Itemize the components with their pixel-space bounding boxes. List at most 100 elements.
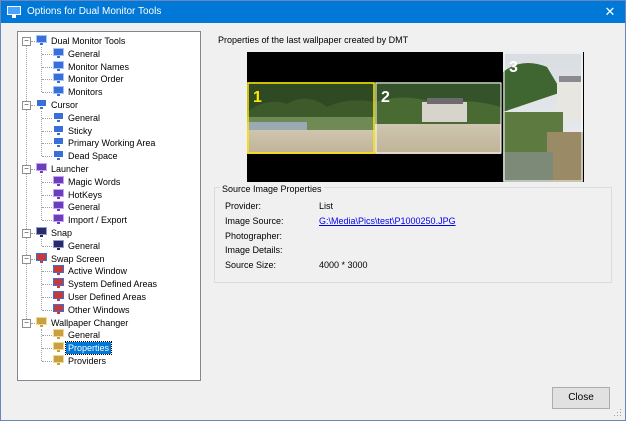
tree-group-launcher[interactable]: Launcher (36, 163, 91, 175)
tree-group-label: Launcher (51, 164, 89, 174)
tree-item-primary-working-area[interactable]: Primary Working Area (53, 137, 157, 149)
source-size-value: 4000 * 3000 (319, 260, 368, 270)
tree-item-general[interactable]: General (53, 47, 102, 60)
monitor-icon (36, 35, 47, 45)
monitor-icon (53, 60, 64, 71)
snap-icon (53, 239, 64, 250)
launcher-icon (53, 188, 64, 199)
tree-item-label: Other Windows (68, 304, 130, 315)
source-properties-title: Source Image Properties (220, 184, 324, 194)
tree-item-monitor-order[interactable]: Monitor Order (53, 73, 126, 85)
tree-item-label: Monitors (68, 87, 103, 98)
tree-group-swap-screen[interactable]: Swap Screen (36, 252, 107, 265)
swap-screen-icon (53, 265, 64, 276)
cursor-icon (53, 111, 64, 122)
wallpaper-preview: 1 2 3 (247, 52, 584, 182)
tree-item-label: HotKeys (68, 189, 103, 200)
title-bar[interactable]: Options for Dual Monitor Tools ✕ (1, 1, 625, 23)
monitor-2-region (375, 82, 501, 154)
collapse-icon[interactable]: − (22, 101, 31, 110)
provider-value: List (319, 201, 334, 211)
tree-item-label: Dead Space (68, 151, 118, 162)
tree-item-magic-words[interactable]: Magic Words (53, 175, 122, 188)
tree-item-general[interactable]: General (53, 329, 102, 341)
tree-item-general[interactable]: General (53, 239, 102, 252)
options-tree[interactable]: − Dual Monitor Tools General Monitor Names M… (17, 31, 201, 381)
tree-group-wallpaper-changer[interactable]: Wallpaper Changer (36, 316, 130, 329)
tree-item-active-window[interactable]: Active Window (53, 265, 129, 277)
photographer-label: Photographer: (225, 231, 283, 241)
tree-item-label: General (68, 240, 101, 251)
tree-group-dual-monitor-tools[interactable]: Dual Monitor Tools (36, 35, 127, 47)
image-source-label: Image Source: (225, 216, 284, 226)
tree-item-label: General (68, 330, 101, 341)
monitor-icon (53, 47, 64, 58)
tree-group-label: Dual Monitor Tools (51, 36, 126, 46)
tree-item-general[interactable]: General (53, 111, 102, 124)
monitor-icon (53, 73, 64, 84)
swap-screen-icon (53, 303, 64, 314)
window-close-button[interactable]: ✕ (595, 1, 625, 23)
window-title: Options for Dual Monitor Tools (27, 6, 162, 17)
tree-item-monitors[interactable]: Monitors (53, 86, 105, 98)
tree-item-import-export[interactable]: Import / Export (53, 214, 129, 226)
tree-item-providers[interactable]: Providers (53, 355, 108, 367)
swap-screen-icon (36, 252, 47, 263)
launcher-icon (53, 201, 64, 212)
tree-item-system-defined-areas[interactable]: System Defined Areas (53, 278, 159, 290)
tree-item-label: User Defined Areas (68, 292, 147, 302)
tree-group-label: Cursor (51, 100, 79, 110)
wallpaper-icon (53, 355, 64, 365)
monitor-3-number: 3 (509, 59, 518, 76)
launcher-icon (36, 163, 47, 173)
tree-item-label: Monitor Names (68, 61, 130, 72)
collapse-icon[interactable]: − (22, 165, 31, 174)
collapse-icon[interactable]: − (22, 254, 31, 264)
collapse-icon[interactable]: − (22, 37, 31, 46)
swap-screen-icon (53, 278, 64, 289)
cursor-icon (53, 137, 64, 148)
tree-item-label: Primary Working Area (68, 138, 156, 149)
tree-item-label: Monitor Order (68, 74, 124, 85)
close-icon: ✕ (604, 4, 616, 19)
resize-grip-icon[interactable] (614, 409, 622, 417)
tree-group-snap[interactable]: Snap (36, 227, 74, 239)
tree-item-hotkeys[interactable]: HotKeys (53, 188, 104, 201)
swap-screen-icon (53, 291, 64, 301)
tree-item-label: Properties (64, 341, 113, 356)
tree-item-monitor-names[interactable]: Monitor Names (53, 60, 131, 73)
tree-item-properties[interactable]: Properties (53, 341, 113, 356)
tree-item-other-windows[interactable]: Other Windows (53, 303, 132, 316)
tree-group-label: Wallpaper Changer (51, 317, 129, 328)
wallpaper-icon (36, 316, 47, 327)
monitor-1-number: 1 (253, 89, 262, 106)
image-details-label: Image Details: (225, 245, 283, 255)
tree-group-label: Snap (51, 228, 73, 238)
options-window: Options for Dual Monitor Tools ✕ − Dual M… (0, 0, 626, 421)
tree-item-label: General (68, 48, 101, 59)
cursor-icon (36, 99, 47, 109)
tree-item-user-defined-areas[interactable]: User Defined Areas (53, 291, 148, 303)
monitor-1-region (247, 82, 375, 154)
image-source-link[interactable]: G:\Media\Pics\test\P1000250.JPG (319, 216, 456, 226)
tree-item-label: System Defined Areas (68, 279, 158, 290)
tree-item-sticky[interactable]: Sticky (53, 124, 94, 137)
tree-item-general[interactable]: General (53, 201, 102, 213)
source-size-label: Source Size: (225, 260, 277, 270)
tree-item-label: Magic Words (68, 176, 121, 187)
tree-item-label: Providers (68, 356, 107, 366)
collapse-icon[interactable]: − (22, 229, 31, 238)
tree-group-cursor[interactable]: Cursor (36, 99, 80, 111)
launcher-icon (53, 214, 64, 225)
tree-group-label: Swap Screen (51, 253, 105, 264)
wallpaper-icon (53, 342, 64, 353)
close-button[interactable]: Close (552, 387, 610, 409)
tree-item-label: Active Window (68, 266, 128, 277)
tree-item-label: Sticky (68, 125, 93, 136)
cursor-icon (53, 150, 64, 161)
tree-item-dead-space[interactable]: Dead Space (53, 150, 120, 162)
wallpaper-icon (53, 329, 64, 340)
tree-item-label: General (68, 112, 101, 123)
app-monitor-icon (7, 6, 21, 18)
collapse-icon[interactable]: − (22, 318, 31, 328)
